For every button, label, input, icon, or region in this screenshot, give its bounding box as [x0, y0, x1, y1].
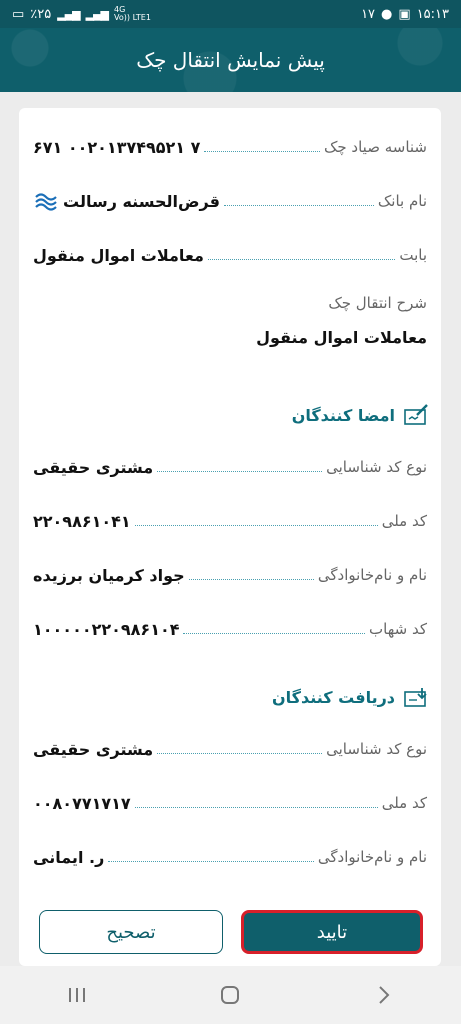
receiver-national-code-row: کد ملی ۰۰۸۰۷۷۱۷۱۷	[33, 788, 427, 818]
dotted-leader	[134, 806, 378, 808]
android-nav-bar	[0, 966, 461, 1024]
recent-apps-icon	[68, 988, 85, 1002]
description-value: معاملات اموال منقول	[256, 328, 427, 347]
receiver-id-type-label: نوع کد شناسایی	[326, 740, 427, 758]
signers-section-header: امضا کنندگان	[292, 404, 429, 426]
bank-name-value: قرض‌الحسنه رسالت	[63, 191, 220, 211]
bank-name-label: نام بانک	[377, 192, 427, 210]
signer-name-label: نام و نام‌خانوادگی	[317, 566, 427, 584]
dotted-leader	[157, 470, 323, 472]
battery-icon: ▭	[12, 6, 25, 22]
battery-level: ٪۲۵	[30, 6, 52, 22]
sayad-id-value: ۶۷۱ ۰۰۲۰۱۳۷۴۹۵۲۱ ۷	[33, 137, 201, 157]
home-icon	[221, 986, 240, 1004]
status-right: ۱۷ ● ▣ ۱۵:۱۳	[361, 7, 449, 22]
signal-icon-2: ▂▄▆	[85, 7, 109, 21]
home-button[interactable]	[210, 975, 250, 1015]
signature-icon	[404, 404, 428, 425]
receiver-national-code-label: کد ملی	[381, 794, 427, 812]
signer-national-code-row: کد ملی ۲۲۰۹۸۶۱۰۴۱	[33, 506, 427, 536]
bank-resalat-logo-icon	[35, 193, 57, 211]
dotted-leader	[157, 752, 323, 754]
dotted-leader	[204, 150, 320, 152]
signer-shahab-label: کد شهاب	[369, 620, 427, 638]
receive-icon	[404, 688, 427, 707]
bank-name-value-wrap: قرض‌الحسنه رسالت	[33, 189, 220, 213]
gallery-icon: ▣	[398, 6, 411, 22]
receiver-name-value: ر. ایمانی	[33, 847, 105, 867]
network-type: 4G Vo)) LTE1	[114, 5, 151, 22]
back-chevron-icon	[379, 986, 390, 1004]
app-header: پیش نمایش انتقال چک	[0, 28, 461, 92]
signer-id-type-value: مشتری حقیقی	[33, 457, 154, 477]
message-icon: ●	[381, 6, 393, 22]
bank-name-row: نام بانک قرض‌الحسنه رسالت	[33, 186, 427, 216]
clock: ۱۵:۱۳	[416, 6, 449, 22]
receiver-name-row: نام و نام‌خانوادگی ر. ایمانی	[33, 842, 427, 872]
receiver-id-type-value: مشتری حقیقی	[33, 739, 154, 759]
signer-name-value: جواد کرمیان برزیده	[33, 565, 185, 585]
receivers-section-header: دریافت کنندگان	[272, 686, 429, 708]
back-button[interactable]	[364, 975, 404, 1015]
reason-row: بابت معاملات اموال منقول	[33, 240, 427, 270]
sayad-id-row: شناسه صیاد چک ۶۷۱ ۰۰۲۰۱۳۷۴۹۵۲۱ ۷	[33, 132, 427, 162]
preview-card: شناسه صیاد چک ۶۷۱ ۰۰۲۰۱۳۷۴۹۵۲۱ ۷ نام بان…	[19, 108, 441, 966]
dotted-leader	[223, 204, 374, 206]
recent-apps-button[interactable]	[57, 975, 97, 1015]
status-bar: ▭ ٪۲۵ ▂▄▆ ▂▄▆ 4G Vo)) LTE1 ۱۷ ● ▣ ۱۵:۱۳	[0, 0, 461, 28]
sayad-id-label: شناسه صیاد چک	[323, 138, 427, 156]
description-label: شرح انتقال چک	[328, 294, 427, 312]
edit-button[interactable]: تصحیح	[39, 910, 223, 954]
signer-id-type-label: نوع کد شناسایی	[326, 458, 427, 476]
receivers-title: دریافت کنندگان	[272, 687, 395, 707]
signal-icon: ▂▄▆	[57, 7, 80, 21]
dotted-leader	[183, 632, 366, 634]
signer-shahab-row: کد شهاب ۱۰۰۰۰۰۲۲۰۹۸۶۱۰۴	[33, 614, 427, 644]
reason-value: معاملات اموال منقول	[33, 245, 204, 265]
dotted-leader	[207, 258, 396, 260]
receiver-national-code-value: ۰۰۸۰۷۷۱۷۱۷	[33, 793, 131, 813]
page-title: پیش نمایش انتقال چک	[136, 48, 325, 72]
dotted-leader	[108, 860, 314, 862]
dotted-leader	[188, 578, 314, 580]
signer-id-type-row: نوع کد شناسایی مشتری حقیقی	[33, 452, 427, 482]
status-left: ▭ ٪۲۵ ▂▄▆ ▂▄▆ 4G Vo)) LTE1	[12, 6, 151, 22]
signer-national-code-value: ۲۲۰۹۸۶۱۰۴۱	[33, 511, 131, 531]
signer-name-row: نام و نام‌خانوادگی جواد کرمیان برزیده	[33, 560, 427, 590]
signers-title: امضا کنندگان	[291, 405, 395, 425]
signer-shahab-value: ۱۰۰۰۰۰۲۲۰۹۸۶۱۰۴	[33, 619, 180, 639]
dotted-leader	[134, 524, 378, 526]
receiver-name-label: نام و نام‌خانوادگی	[317, 848, 427, 866]
receiver-id-type-row: نوع کد شناسایی مشتری حقیقی	[33, 734, 427, 764]
reason-label: بابت	[399, 246, 427, 264]
confirm-button[interactable]: تایید	[241, 910, 423, 954]
notification-count: ۱۷	[361, 6, 376, 22]
signer-national-code-label: کد ملی	[381, 512, 427, 530]
